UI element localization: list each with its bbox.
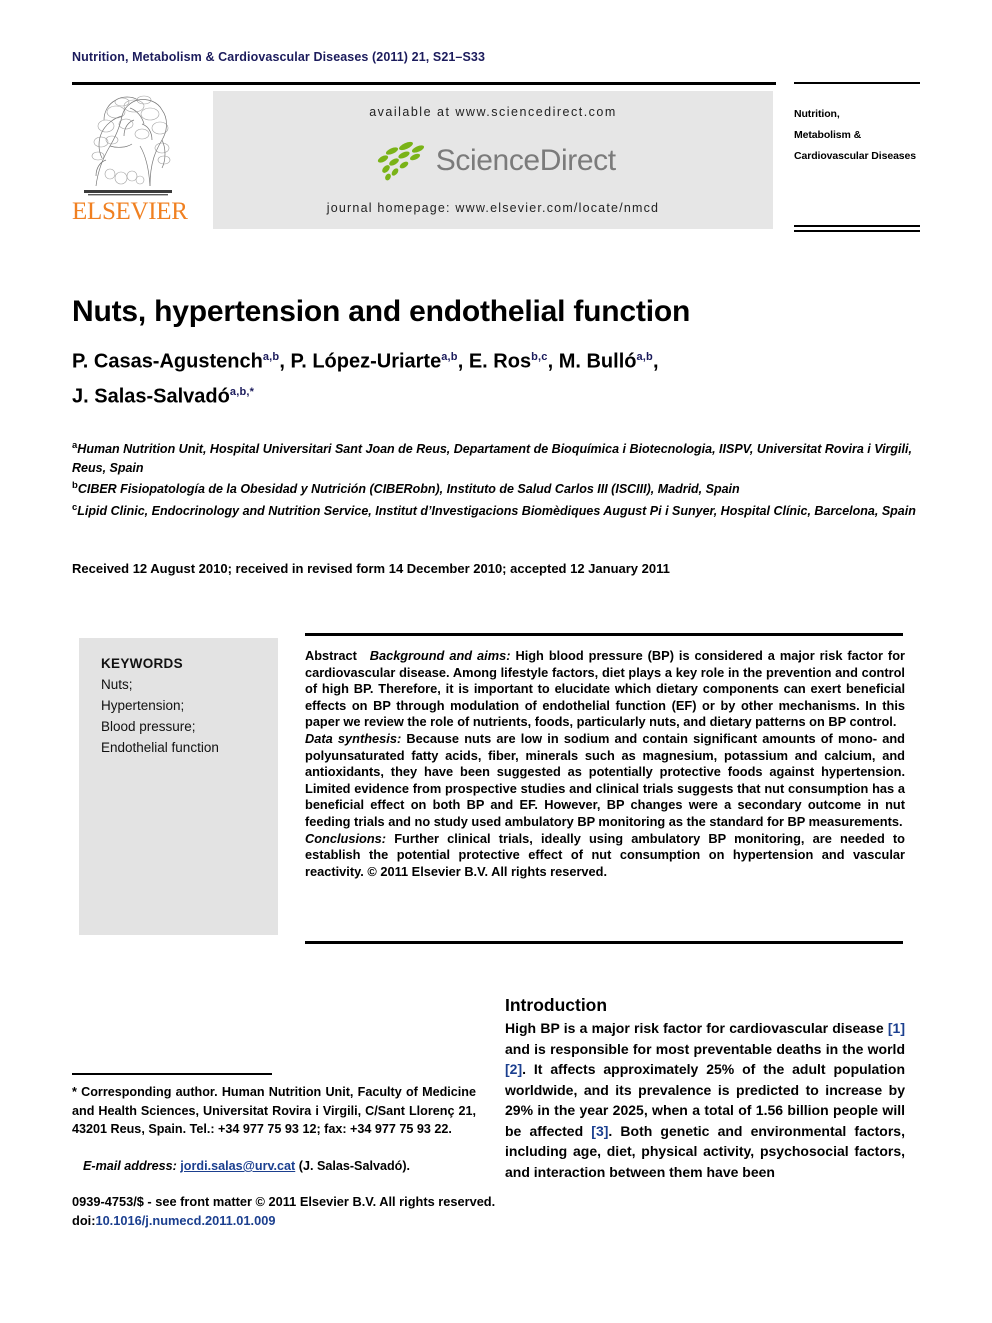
colophon: 0939-4753/$ - see front matter © 2011 El…	[72, 1192, 672, 1230]
footnote-rule	[72, 1073, 272, 1075]
keyword-item: Nuts;	[101, 677, 133, 692]
available-at-text: available at www.sciencedirect.com	[369, 105, 617, 119]
journal-title-line-2: Metabolism &	[794, 129, 862, 141]
email-owner: (J. Salas-Salvadó).	[298, 1159, 411, 1173]
affiliation-text: Lipid Clinic, Endocrinology and Nutritio…	[77, 503, 916, 518]
keywords-content: KEYWORDS Nuts; Hypertension; Blood press…	[101, 653, 271, 758]
author-name: P. Casas-Agustench	[72, 350, 263, 373]
keyword-item: Endothelial function	[101, 740, 219, 755]
abstract-copyright: © 2011 Elsevier B.V. All rights reserved…	[363, 863, 608, 879]
journal-homepage-text: journal homepage: www.elsevier.com/locat…	[326, 201, 660, 215]
article-history: Received 12 August 2010; received in rev…	[72, 561, 670, 576]
author-name: J. Salas-Salvadó	[72, 385, 230, 408]
author-line-2: J. Salas-Salvadóa,b,*	[72, 377, 922, 412]
abstract-rule-top	[305, 633, 903, 636]
sciencedirect-band: available at www.sciencedirect.com Scien…	[213, 91, 773, 229]
affiliation-text: CIBER Fisiopatología de la Obesidad y Nu…	[77, 482, 740, 497]
corresponding-author-note: * Corresponding author. Human Nutrition …	[72, 1083, 476, 1139]
abstract-section: Abstract Background and aims: High blood…	[305, 648, 905, 731]
masthead-rule-left	[72, 82, 776, 85]
affiliation-item: cLipid Clinic, Endocrinology and Nutriti…	[72, 499, 922, 521]
sciencedirect-leaf-icon	[378, 141, 425, 181]
email-link[interactable]: jordi.salas@urv.cat	[180, 1159, 295, 1173]
sciencedirect-logo: ScienceDirect	[213, 141, 773, 181]
citation-link[interactable]: [3]	[591, 1123, 608, 1139]
keywords-box: KEYWORDS Nuts; Hypertension; Blood press…	[79, 638, 278, 935]
masthead-rule-right-bottom-2	[794, 230, 920, 232]
email-line: E-mail address: jordi.salas@urv.cat (J. …	[72, 1157, 476, 1176]
affiliation-list: aHuman Nutrition Unit, Hospital Universi…	[72, 437, 922, 520]
keyword-item: Hypertension;	[101, 698, 185, 713]
doi-prefix: doi:	[72, 1213, 96, 1228]
affiliation-text: Human Nutrition Unit, Hospital Universit…	[72, 442, 912, 475]
author-name: P. López-Uriarte	[290, 350, 442, 373]
citation-link[interactable]: [2]	[505, 1061, 522, 1077]
abstract-rule-bottom	[305, 941, 903, 944]
affiliation-item: bCIBER Fisiopatología de la Obesidad y N…	[72, 477, 922, 499]
masthead-rule-right-top	[794, 82, 920, 84]
elsevier-wordmark: ELSEVIER	[72, 198, 188, 225]
author-affiliation-mark: a,b	[441, 351, 458, 363]
abstract-section-heading: Conclusions:	[305, 830, 387, 846]
keyword-item: Blood pressure;	[101, 719, 196, 734]
affiliation-item: aHuman Nutrition Unit, Hospital Universi…	[72, 437, 922, 477]
journal-article-first-page: Nutrition, Metabolism & Cardiovascular D…	[0, 0, 992, 1323]
doi-link[interactable]: 10.1016/j.numecd.2011.01.009	[95, 1213, 275, 1228]
author-affiliation-mark: a,b,*	[229, 385, 255, 398]
abstract-section-heading: Data synthesis:	[305, 730, 402, 746]
elsevier-tree-icon	[84, 95, 172, 196]
elsevier-logo: ELSEVIER	[72, 90, 188, 234]
author-name: M. Bulló	[558, 350, 637, 373]
doi-line: doi:10.1016/j.numecd.2011.01.009	[72, 1211, 672, 1230]
abstract-section: Data synthesis: Because nuts are low in …	[305, 731, 905, 831]
abstract-text: Abstract Background and aims: High blood…	[305, 648, 905, 880]
paragraph-text: High BP is a major risk factor for cardi…	[505, 1020, 888, 1036]
article-title: Nuts, hypertension and endothelial funct…	[72, 295, 691, 329]
author-line-1: P. Casas-Agustencha,b, P. López-Uriartea…	[72, 350, 659, 373]
introduction-body: High BP is a major risk factor for cardi…	[505, 1018, 905, 1182]
running-head: Nutrition, Metabolism & Cardiovascular D…	[72, 50, 486, 64]
author-affiliation-mark: a,b	[636, 351, 653, 363]
author-list: P. Casas-Agustencha,b, P. López-Uriartea…	[72, 342, 922, 411]
author-affiliation-mark: b,c	[531, 351, 548, 363]
introduction-heading: Introduction	[505, 994, 608, 1015]
corresponding-author-text: * Corresponding author. Human Nutrition …	[72, 1085, 476, 1137]
issn-front-matter-line: 0939-4753/$ - see front matter © 2011 El…	[72, 1194, 496, 1209]
author-affiliation-mark: a,b	[262, 351, 280, 363]
paragraph-text: and is responsible for most preventable …	[505, 1040, 905, 1057]
author-name: E. Ros	[468, 350, 532, 373]
abstract-section-heading: Background and aims:	[369, 648, 511, 663]
keywords-heading: KEYWORDS	[101, 656, 183, 671]
journal-title-line-3: Cardiovascular Diseases	[794, 150, 917, 162]
masthead-rule-right-bottom-1	[794, 225, 920, 227]
masthead: ELSEVIER available at www.sciencedirect.…	[72, 82, 920, 234]
email-label: E-mail address:	[83, 1159, 177, 1173]
citation-link[interactable]: [1]	[888, 1020, 905, 1036]
sciencedirect-wordmark: ScienceDirect	[435, 144, 616, 177]
journal-title-block: Nutrition, Metabolism & Cardiovascular D…	[794, 104, 924, 167]
journal-title-line-1: Nutrition,	[794, 108, 840, 120]
abstract-label: Abstract	[305, 648, 370, 663]
abstract-section: Conclusions: Further clinical trials, id…	[305, 831, 905, 881]
